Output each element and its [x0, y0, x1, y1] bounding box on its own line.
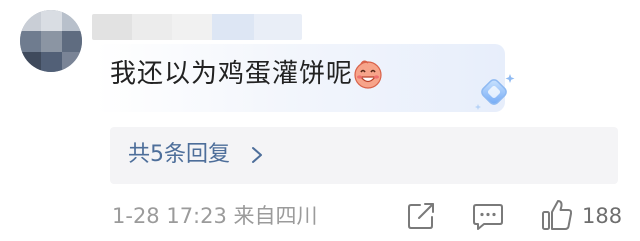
grinning-blush-emoji: [354, 60, 382, 89]
diamond-badge-icon: [475, 74, 515, 110]
share-icon[interactable]: [406, 201, 436, 231]
like-count: 188: [582, 204, 623, 228]
username-redacted[interactable]: [92, 14, 302, 40]
comment-card: 我还以为鸡蛋灌饼呢 共5条回复 1-28 17:23 来自四川 188: [0, 0, 640, 241]
location: 来自四川: [233, 204, 318, 228]
thumbs-up-icon[interactable]: [540, 198, 574, 232]
timestamp: 1-28 17:23: [112, 204, 227, 228]
comment-text: 我还以为鸡蛋灌饼呢: [110, 59, 354, 89]
comment-icon[interactable]: [472, 201, 504, 231]
avatar[interactable]: [20, 10, 82, 72]
replies-panel[interactable]: 共5条回复: [110, 127, 618, 184]
comment-meta: 1-28 17:23 来自四川: [112, 200, 318, 232]
chevron-right-icon: [252, 147, 262, 163]
replies-link[interactable]: 共5条回复: [128, 139, 230, 171]
